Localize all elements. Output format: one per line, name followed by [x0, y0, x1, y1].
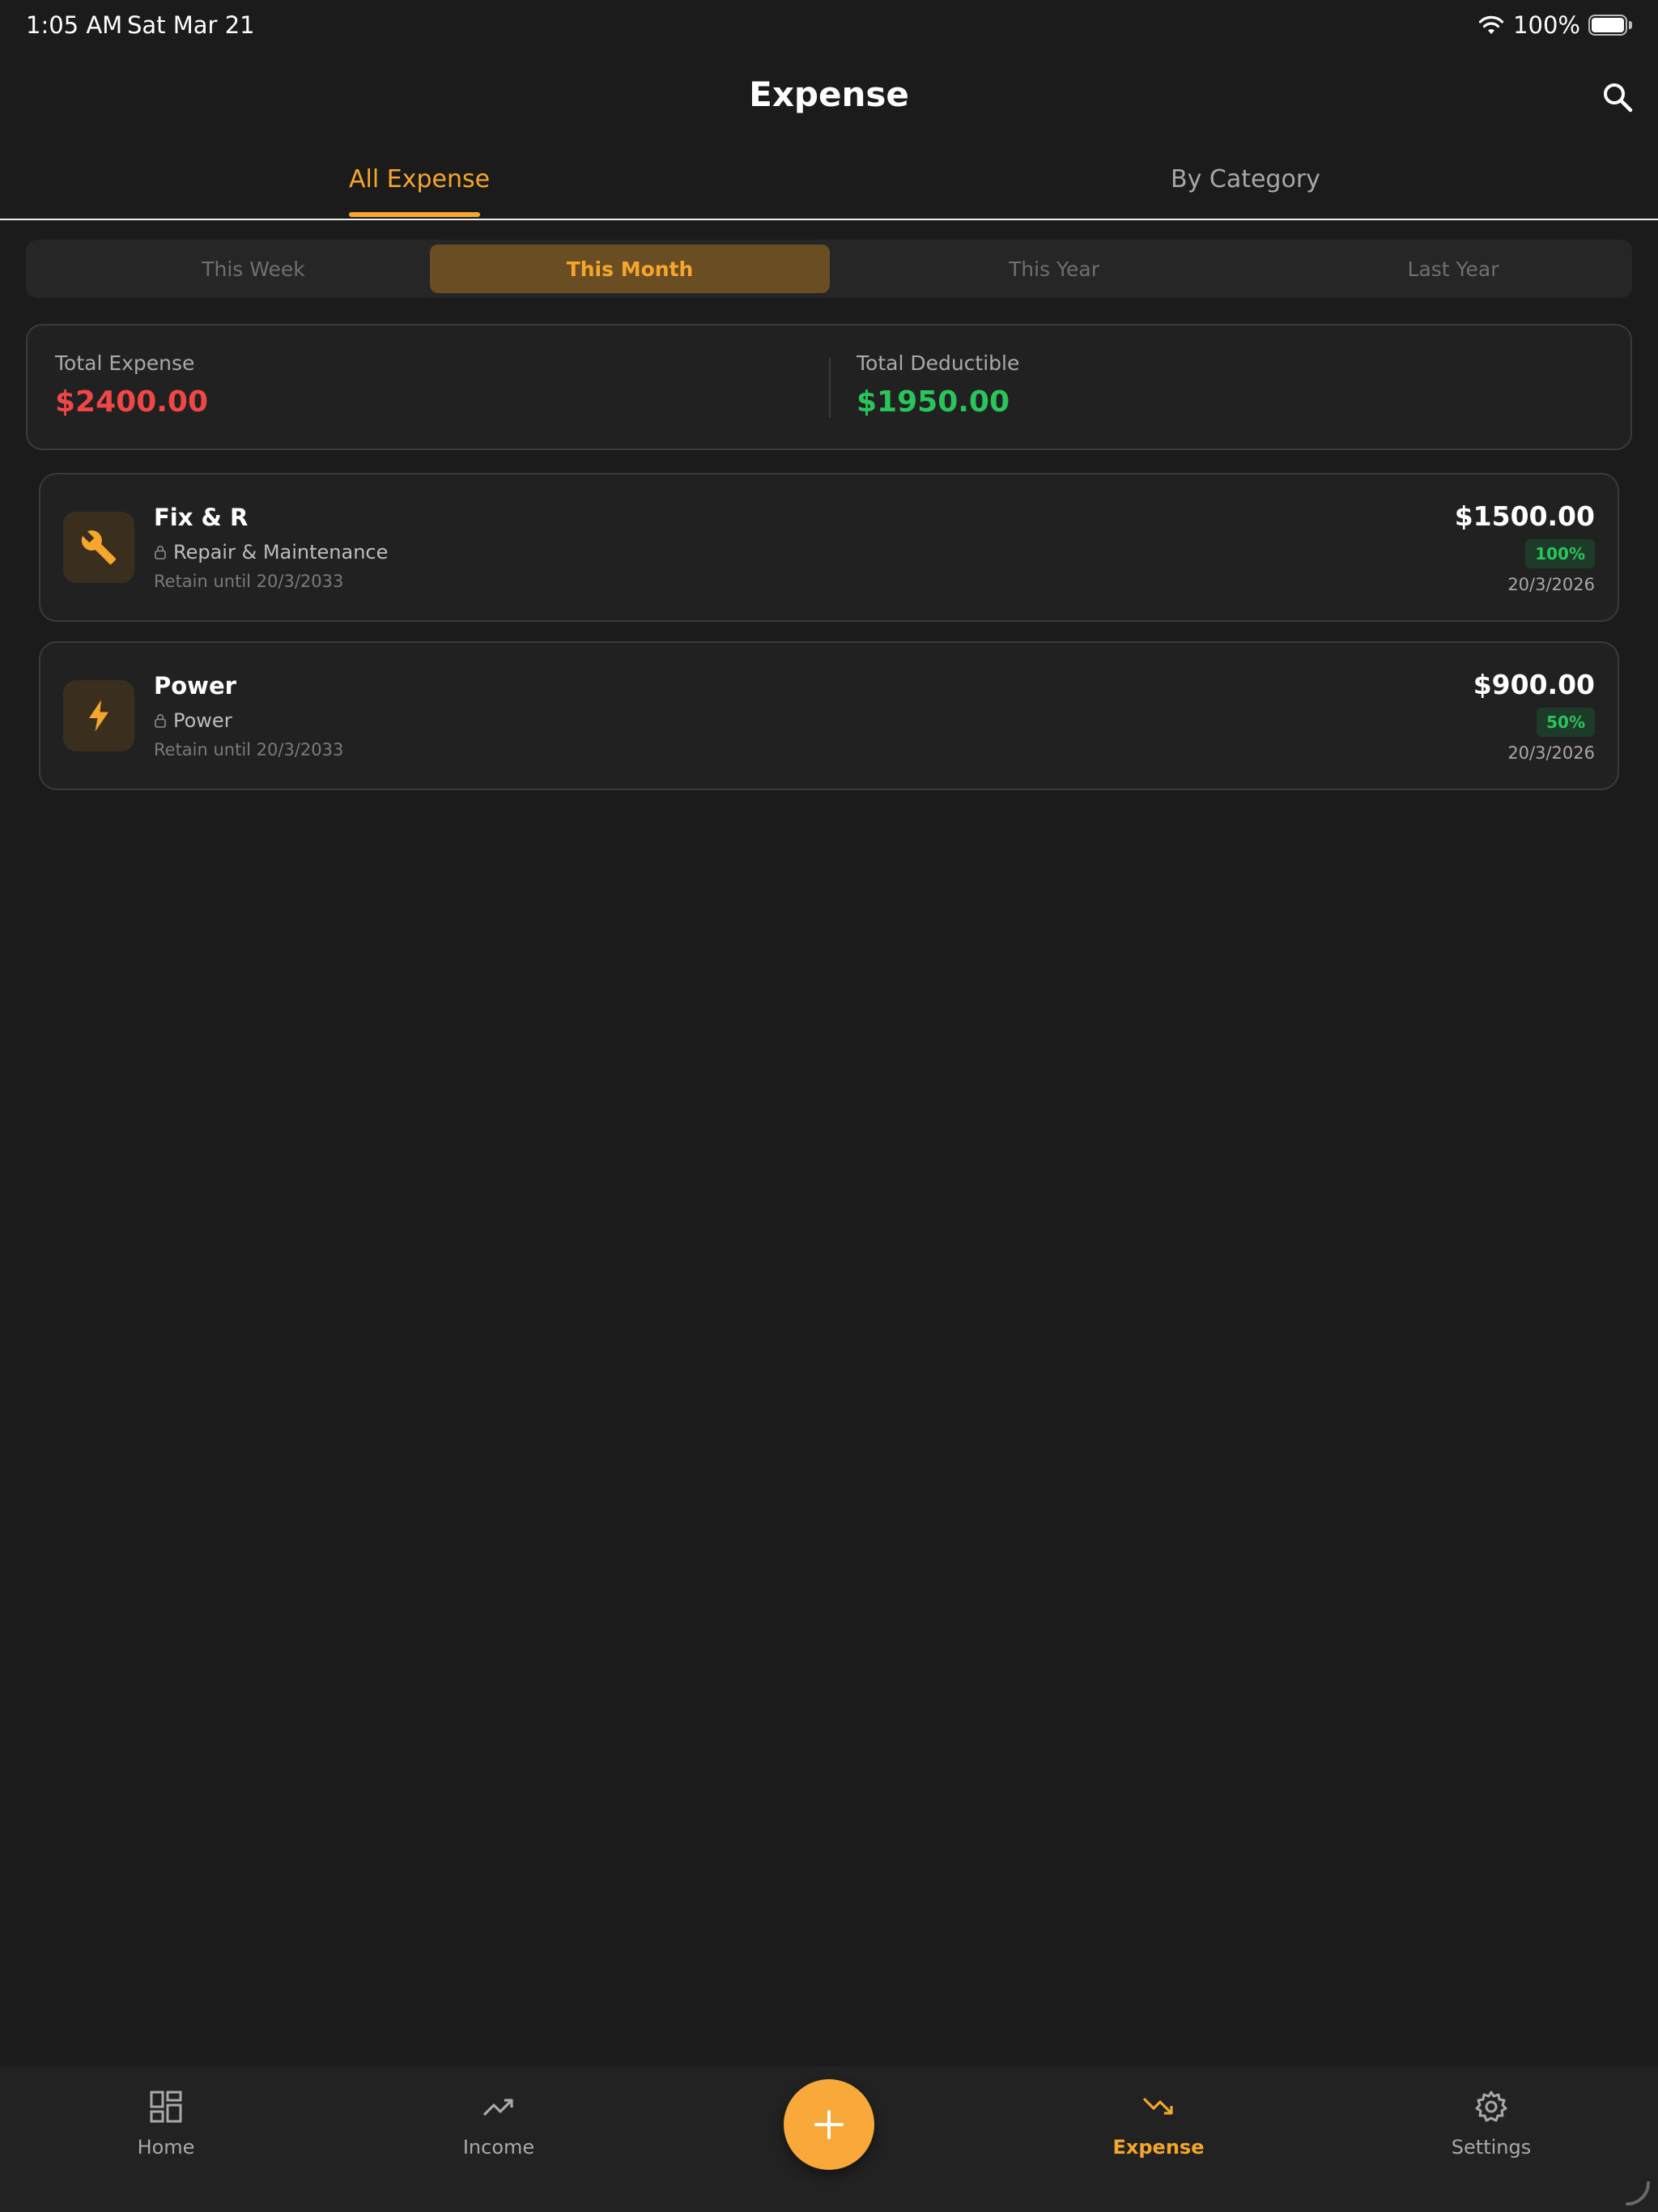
status-date: Sat Mar 21 — [127, 11, 255, 39]
expense-title: Fix & R — [154, 504, 249, 531]
period-last-year[interactable]: Last Year — [1253, 245, 1653, 293]
view-tabs: All Expense By Category — [0, 154, 1658, 220]
nav-expense[interactable]: Expense — [1078, 2089, 1239, 2159]
expense-category-icon — [63, 680, 134, 751]
nav-home[interactable]: Home — [85, 2089, 247, 2159]
trending-down-icon — [1142, 2097, 1173, 2115]
plus-icon — [814, 2110, 844, 2139]
deductible-badge: 100% — [1525, 539, 1595, 568]
period-this-week[interactable]: This Week — [53, 245, 453, 293]
summary-card: Total Expense $2400.00 Total Deductible … — [26, 324, 1632, 450]
nav-settings-label: Settings — [1451, 2136, 1532, 2159]
expense-date: 20/3/2026 — [1507, 743, 1595, 763]
nav-expense-label: Expense — [1112, 2136, 1205, 2159]
total-deductible-value: $1950.00 — [857, 385, 1010, 419]
nav-settings[interactable]: Settings — [1410, 2089, 1572, 2159]
total-expense-value: $2400.00 — [55, 385, 209, 419]
period-selector: This Week This Month This Year Last Year — [26, 240, 1632, 298]
lock-icon — [155, 546, 166, 559]
expense-category-icon — [63, 512, 134, 583]
trending-up-icon — [483, 2099, 513, 2116]
expense-date: 20/3/2026 — [1507, 575, 1595, 594]
deductible-badge: 50% — [1537, 708, 1595, 737]
expense-category: Repair & Maintenance — [154, 541, 388, 564]
expense-screen: 1:05 AM Sat Mar 21 100% Expense All Expe… — [0, 0, 1658, 2212]
battery-icon — [1588, 15, 1632, 36]
expense-category: Power — [154, 709, 232, 732]
total-expense-label: Total Expense — [55, 351, 195, 375]
expense-card[interactable]: Power Power Retain until 20/3/2033 $900.… — [39, 641, 1619, 790]
dashboard-icon — [150, 2091, 182, 2123]
search-icon — [1604, 83, 1633, 113]
status-time: 1:05 AM — [26, 11, 123, 39]
nav-income-label: Income — [462, 2136, 535, 2159]
lightning-icon — [89, 700, 108, 732]
expense-retain: Retain until 20/3/2033 — [154, 740, 344, 759]
expense-category-label: Repair & Maintenance — [173, 541, 389, 564]
wifi-icon — [1478, 15, 1504, 34]
period-this-month[interactable]: This Month — [430, 245, 830, 293]
nav-income[interactable]: Income — [418, 2089, 580, 2159]
status-indicators: 100% — [1477, 11, 1632, 39]
expense-title: Power — [154, 672, 236, 700]
tab-by-category[interactable]: By Category — [1171, 165, 1320, 194]
active-tab-indicator — [349, 212, 480, 217]
expense-card[interactable]: Fix & R Repair & Maintenance Retain unti… — [39, 473, 1619, 622]
add-expense-button[interactable] — [784, 2079, 874, 2170]
gear-icon — [1475, 2091, 1507, 2122]
expense-category-label: Power — [173, 709, 232, 732]
tab-all-expense[interactable]: All Expense — [349, 165, 490, 194]
expense-amount: $1500.00 — [1454, 500, 1595, 532]
window-resize-handle[interactable] — [1624, 2180, 1652, 2207]
status-bar: 1:05 AM Sat Mar 21 100% — [0, 0, 1658, 52]
expense-amount: $900.00 — [1473, 669, 1595, 700]
total-deductible-label: Total Deductible — [857, 351, 1020, 375]
expense-retain: Retain until 20/3/2033 — [154, 572, 344, 591]
period-this-year[interactable]: This Year — [854, 245, 1254, 293]
wrench-icon — [81, 530, 117, 565]
page-title: Expense — [749, 74, 909, 114]
nav-home-label: Home — [137, 2136, 195, 2159]
search-button[interactable] — [1600, 79, 1635, 115]
lock-icon — [155, 714, 166, 728]
summary-divider — [829, 358, 831, 418]
battery-percent: 100% — [1513, 11, 1580, 39]
